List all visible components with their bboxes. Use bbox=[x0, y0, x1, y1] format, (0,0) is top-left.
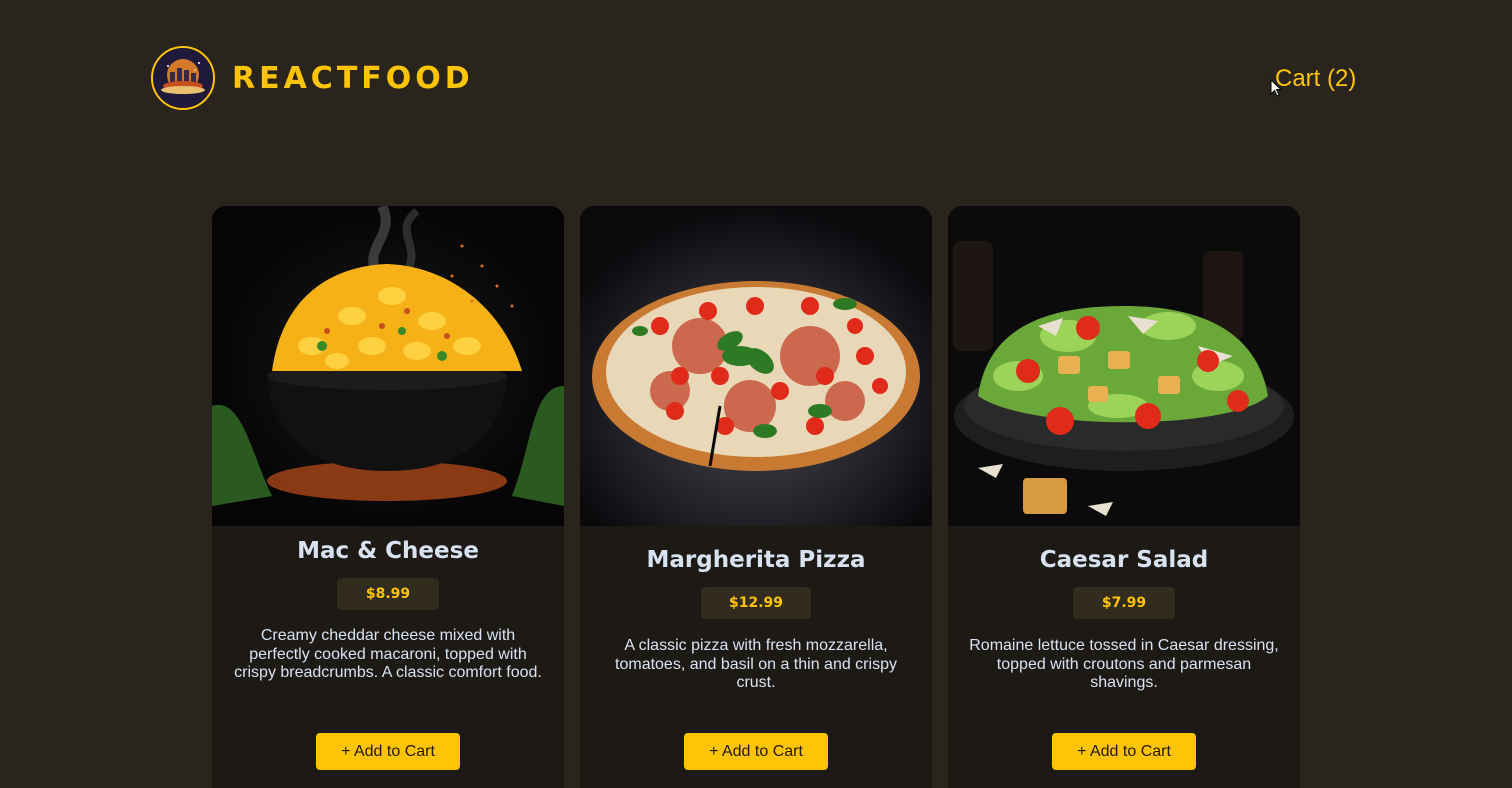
add-to-cart-button[interactable]: + Add to Cart bbox=[684, 733, 828, 770]
add-to-cart-button[interactable]: + Add to Cart bbox=[316, 733, 460, 770]
meal-card-caesar-salad: Caesar Salad $7.99 Romaine lettuce tosse… bbox=[948, 206, 1300, 788]
brand-title: REACTFOOD bbox=[232, 61, 474, 96]
meal-price: $7.99 bbox=[1073, 587, 1175, 619]
meal-description: Creamy cheddar cheese mixed with perfect… bbox=[234, 627, 542, 681]
meal-title: Mac & Cheese bbox=[297, 538, 479, 564]
meal-title: Margherita Pizza bbox=[646, 547, 866, 573]
cart-button[interactable]: Cart (2) bbox=[1275, 64, 1356, 94]
meal-card-mac-and-cheese: Mac & Cheese $8.99 Creamy cheddar cheese… bbox=[212, 206, 564, 788]
meal-description: Romaine lettuce tossed in Caesar dressin… bbox=[969, 637, 1279, 691]
caesar-salad-image bbox=[948, 206, 1300, 526]
mac-and-cheese-image bbox=[212, 206, 564, 526]
meal-description: A classic pizza with fresh mozzarella, t… bbox=[615, 637, 897, 691]
mouse-pointer-icon bbox=[1270, 79, 1282, 97]
meal-title: Caesar Salad bbox=[1039, 547, 1209, 573]
meal-price: $8.99 bbox=[337, 578, 439, 610]
add-to-cart-button[interactable]: + Add to Cart bbox=[1052, 733, 1196, 770]
main-header: REACTFOOD Cart (2) bbox=[0, 0, 1512, 160]
restaurant-logo-icon bbox=[151, 46, 215, 110]
meal-card-margherita-pizza: Margherita Pizza $12.99 A classic pizza … bbox=[580, 206, 932, 788]
meal-price: $12.99 bbox=[701, 587, 811, 619]
margherita-pizza-image bbox=[580, 206, 932, 526]
